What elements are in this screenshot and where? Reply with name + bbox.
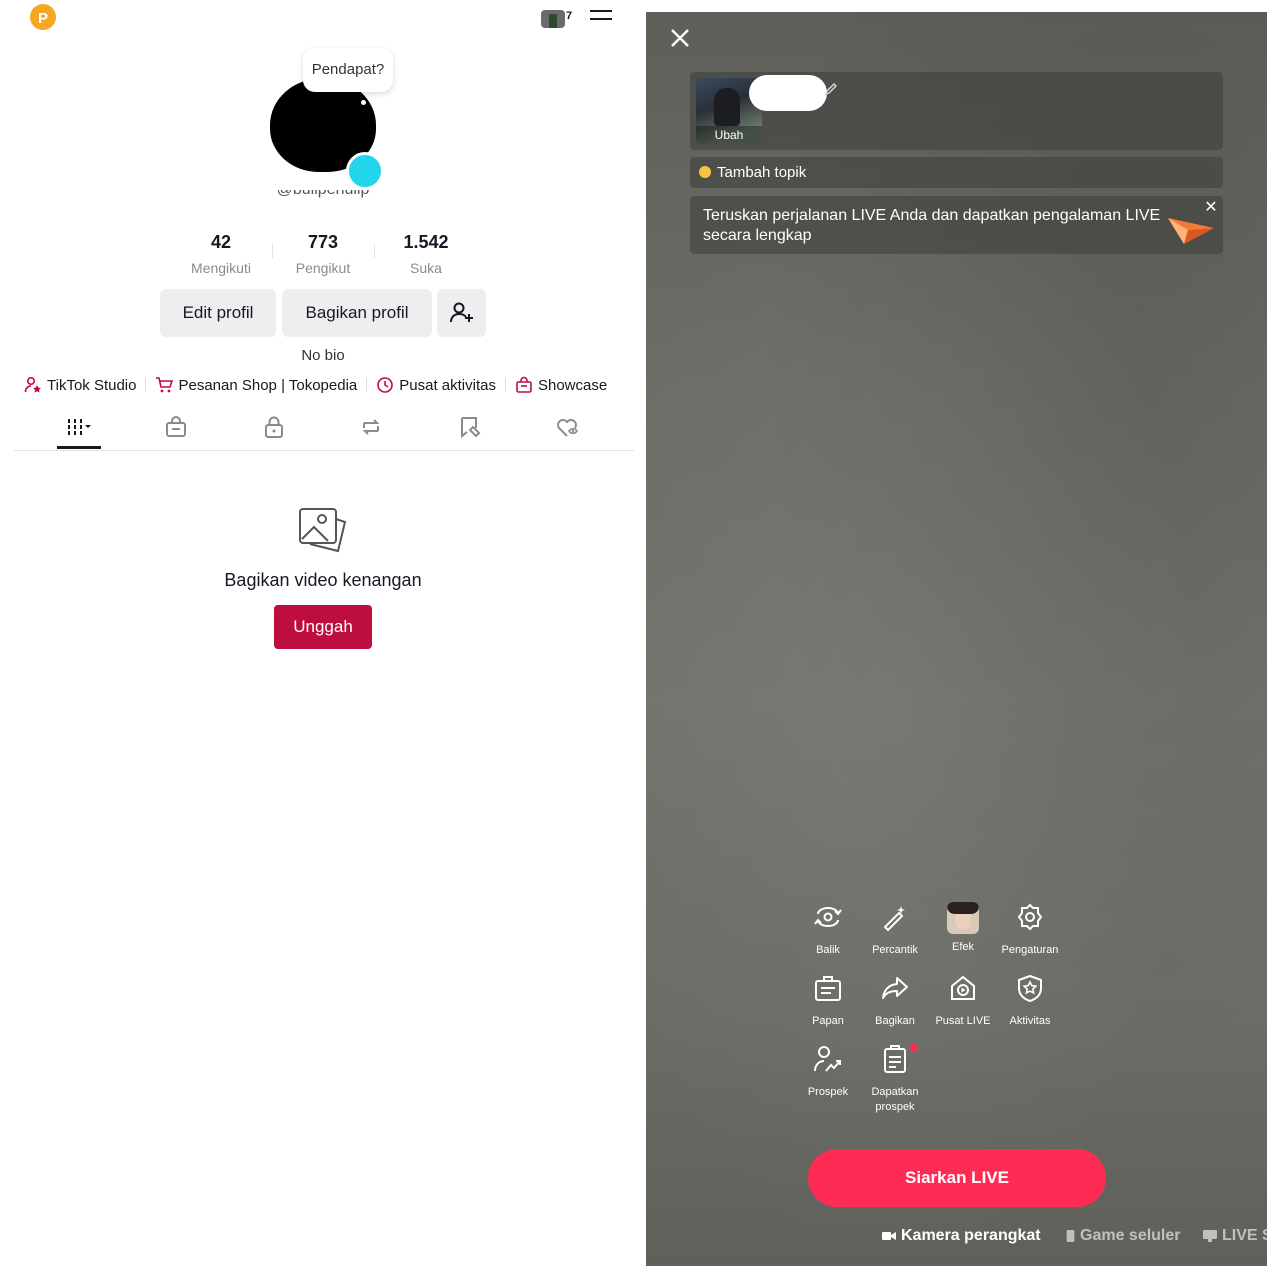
stat-followers[interactable]: 773 Pengikut	[273, 232, 373, 276]
edit-profile-button[interactable]: Edit profil	[160, 289, 276, 337]
get-prospect-clipboard-icon	[884, 1045, 906, 1073]
close-icon[interactable]	[668, 26, 692, 50]
settings-gear-icon	[1017, 903, 1043, 931]
stat-label: Mengikuti	[191, 260, 251, 276]
live-center-icon	[951, 975, 975, 1000]
notification-avatar[interactable]	[541, 10, 565, 28]
video-camera-icon	[882, 1232, 896, 1240]
clock-icon	[377, 377, 394, 393]
flip-camera-icon	[814, 907, 842, 927]
tool-get-prospect[interactable]: Dapatkan prospek	[855, 1044, 935, 1115]
tagged-post-icon[interactable]	[457, 414, 483, 440]
live-setup-screen: Ubah Tambah topik Teruskan perjalanan LI…	[646, 12, 1267, 1266]
tooltip-tail	[361, 100, 366, 105]
username-handle: @bulipenulip	[230, 190, 416, 210]
tab-mobile-game[interactable]: Game seluler	[1066, 1227, 1181, 1245]
profile-bio: No bio	[301, 347, 345, 364]
beauty-wand-icon	[883, 906, 905, 932]
stat-label: Pengikut	[295, 260, 351, 276]
profile-screen: P 7 Pendapat? @bulipenulip 42 Mengikuti …	[0, 0, 646, 1280]
notification-count: 7	[566, 10, 573, 22]
opinion-tooltip[interactable]: Pendapat?	[303, 48, 393, 92]
liked-heart-icon[interactable]	[554, 414, 580, 440]
phone-icon	[1066, 1230, 1075, 1242]
grid-filter-icon[interactable]	[66, 414, 92, 440]
link-activity-center[interactable]: Pusat aktivitas	[399, 377, 496, 394]
tab-label: LIVE S	[1222, 1227, 1267, 1244]
photo-album-icon	[299, 508, 347, 553]
prospect-user-icon	[814, 1046, 841, 1072]
link-tiktok-studio[interactable]: TikTok Studio	[47, 377, 136, 394]
stat-value: 42	[210, 232, 232, 252]
stat-likes[interactable]: 1.542 Suka	[376, 232, 476, 276]
stat-following[interactable]: 42 Mengikuti	[171, 232, 271, 276]
coin-icon[interactable]: P	[30, 4, 56, 30]
link-showcase[interactable]: Showcase	[538, 377, 607, 394]
tool-settings[interactable]: Pengaturan	[990, 902, 1070, 958]
topic-coin-icon	[699, 166, 711, 178]
edit-pencil-icon[interactable]	[824, 82, 838, 96]
monitor-icon	[1203, 1230, 1217, 1242]
tab-device-camera[interactable]: Kamera perangkat	[882, 1227, 1041, 1245]
effects-thumbnail-icon	[947, 902, 979, 934]
add-friend-button[interactable]	[437, 289, 486, 337]
shopping-bag-icon[interactable]	[163, 414, 189, 440]
share-arrow-icon	[882, 977, 908, 999]
hamburger-menu-icon[interactable]	[590, 10, 612, 24]
live-title-field[interactable]	[749, 75, 827, 111]
promo-banner-text: Teruskan perjalanan LIVE Anda dan dapatk…	[703, 207, 1161, 244]
tiktok-studio-icon	[24, 376, 41, 393]
repost-icon[interactable]	[358, 414, 384, 440]
empty-state-title: Bagikan video kenangan	[224, 570, 422, 590]
profile-tabs	[14, 412, 634, 451]
stat-value: 773	[307, 232, 339, 252]
stat-value: 1.542	[403, 232, 449, 252]
paper-plane-icon	[1168, 218, 1214, 244]
change-cover-label[interactable]: Ubah	[696, 126, 762, 144]
add-story-icon[interactable]	[346, 152, 384, 190]
showcase-bag-icon	[516, 376, 532, 393]
divider	[374, 244, 375, 258]
active-tab-indicator	[57, 446, 101, 449]
stat-label: Suka	[410, 260, 442, 276]
add-friend-icon	[449, 302, 473, 323]
upload-button[interactable]: Unggah	[274, 605, 372, 649]
link-shop-orders[interactable]: Pesanan Shop | Tokopedia	[178, 377, 357, 394]
go-live-button[interactable]: Siarkan LIVE	[808, 1149, 1106, 1207]
quick-links-row: TikTok Studio Pesanan Shop | Tokopedia P…	[24, 374, 607, 396]
tool-label: Pengaturan	[1001, 944, 1059, 956]
board-icon	[815, 976, 841, 1001]
add-topic-label[interactable]: Tambah topik	[717, 164, 806, 181]
tool-label: Aktivitas	[1009, 1015, 1051, 1027]
tool-activity[interactable]: Aktivitas	[990, 973, 1070, 1029]
tab-label: Kamera perangkat	[901, 1227, 1041, 1244]
tool-label: Dapatkan prospek	[871, 1086, 919, 1113]
shopping-cart-icon	[156, 377, 174, 393]
tab-live-studio[interactable]: LIVE S	[1203, 1227, 1267, 1245]
tab-label: Game seluler	[1080, 1227, 1181, 1244]
new-badge-dot	[910, 1044, 918, 1052]
lock-icon[interactable]	[261, 414, 287, 440]
share-profile-button[interactable]: Bagikan profil	[282, 289, 432, 337]
activity-shield-icon	[1018, 974, 1042, 1003]
